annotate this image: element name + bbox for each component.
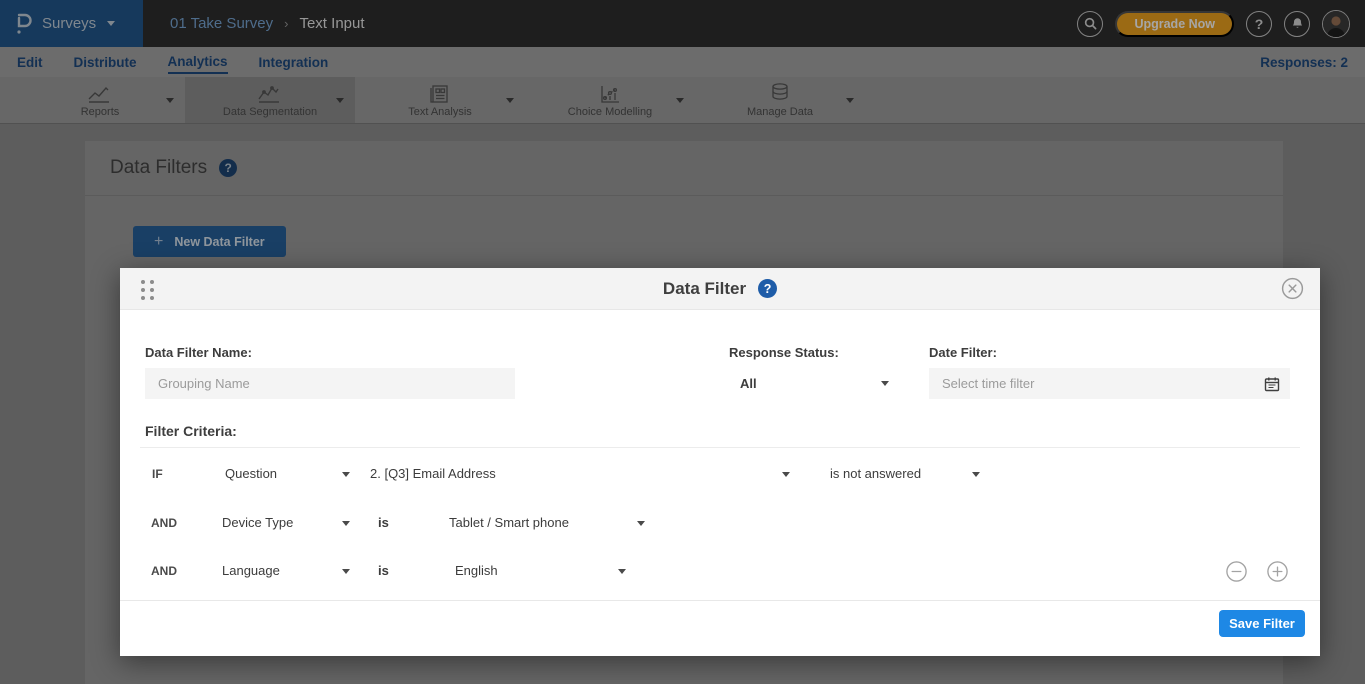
response-status-select[interactable]: All — [729, 368, 895, 399]
chevron-down-icon — [342, 472, 350, 477]
remove-criteria-icon[interactable] — [1225, 560, 1248, 588]
field-select-1[interactable]: Question — [225, 464, 277, 484]
criteria-row-3: AND Language is English — [120, 561, 1320, 581]
value-select-2[interactable]: Tablet / Smart phone — [449, 513, 569, 533]
chevron-down-icon — [782, 472, 790, 477]
date-field-label: Date Filter: — [929, 345, 997, 360]
connector-label: AND — [151, 513, 177, 533]
question-select-1[interactable]: 2. [Q3] Email Address — [370, 464, 496, 484]
criteria-section-label: Filter Criteria: — [145, 423, 237, 439]
calendar-icon[interactable] — [1264, 376, 1280, 392]
criteria-divider — [140, 447, 1300, 448]
chevron-down-icon — [972, 472, 980, 477]
modal-title: Data Filter — [663, 279, 746, 299]
data-filter-modal: Data Filter ? Data Filter Name: Response… — [120, 268, 1320, 656]
name-field-label: Data Filter Name: — [145, 345, 252, 360]
field-select-3[interactable]: Language — [222, 561, 280, 581]
chevron-down-icon — [618, 569, 626, 574]
criteria-row-2: AND Device Type is Tablet / Smart phone — [120, 513, 1320, 533]
chevron-down-icon — [342, 521, 350, 526]
chevron-down-icon — [881, 381, 889, 386]
connector-label: AND — [151, 561, 177, 581]
modal-header: Data Filter ? — [120, 268, 1320, 310]
chevron-down-icon — [342, 569, 350, 574]
modal-help-icon[interactable]: ? — [758, 279, 777, 298]
operator-label: is — [378, 561, 389, 581]
criteria-row-1: IF Question 2. [Q3] Email Address is not… — [120, 464, 1320, 484]
connector-label: IF — [152, 464, 163, 484]
field-select-2[interactable]: Device Type — [222, 513, 293, 533]
filter-name-input[interactable] — [145, 368, 515, 399]
save-filter-button[interactable]: Save Filter — [1219, 610, 1305, 637]
drag-handle-icon[interactable] — [141, 280, 154, 300]
chevron-down-icon — [637, 521, 645, 526]
date-filter-input[interactable] — [929, 376, 1264, 391]
status-field-label: Response Status: — [729, 345, 839, 360]
value-select-3[interactable]: English — [455, 561, 498, 581]
operator-label: is — [378, 513, 389, 533]
modal-footer-divider — [120, 600, 1320, 601]
operator-select-1[interactable]: is not answered — [830, 464, 921, 484]
add-criteria-icon[interactable] — [1266, 560, 1289, 588]
date-filter-field — [929, 368, 1290, 399]
close-icon[interactable] — [1280, 276, 1305, 306]
